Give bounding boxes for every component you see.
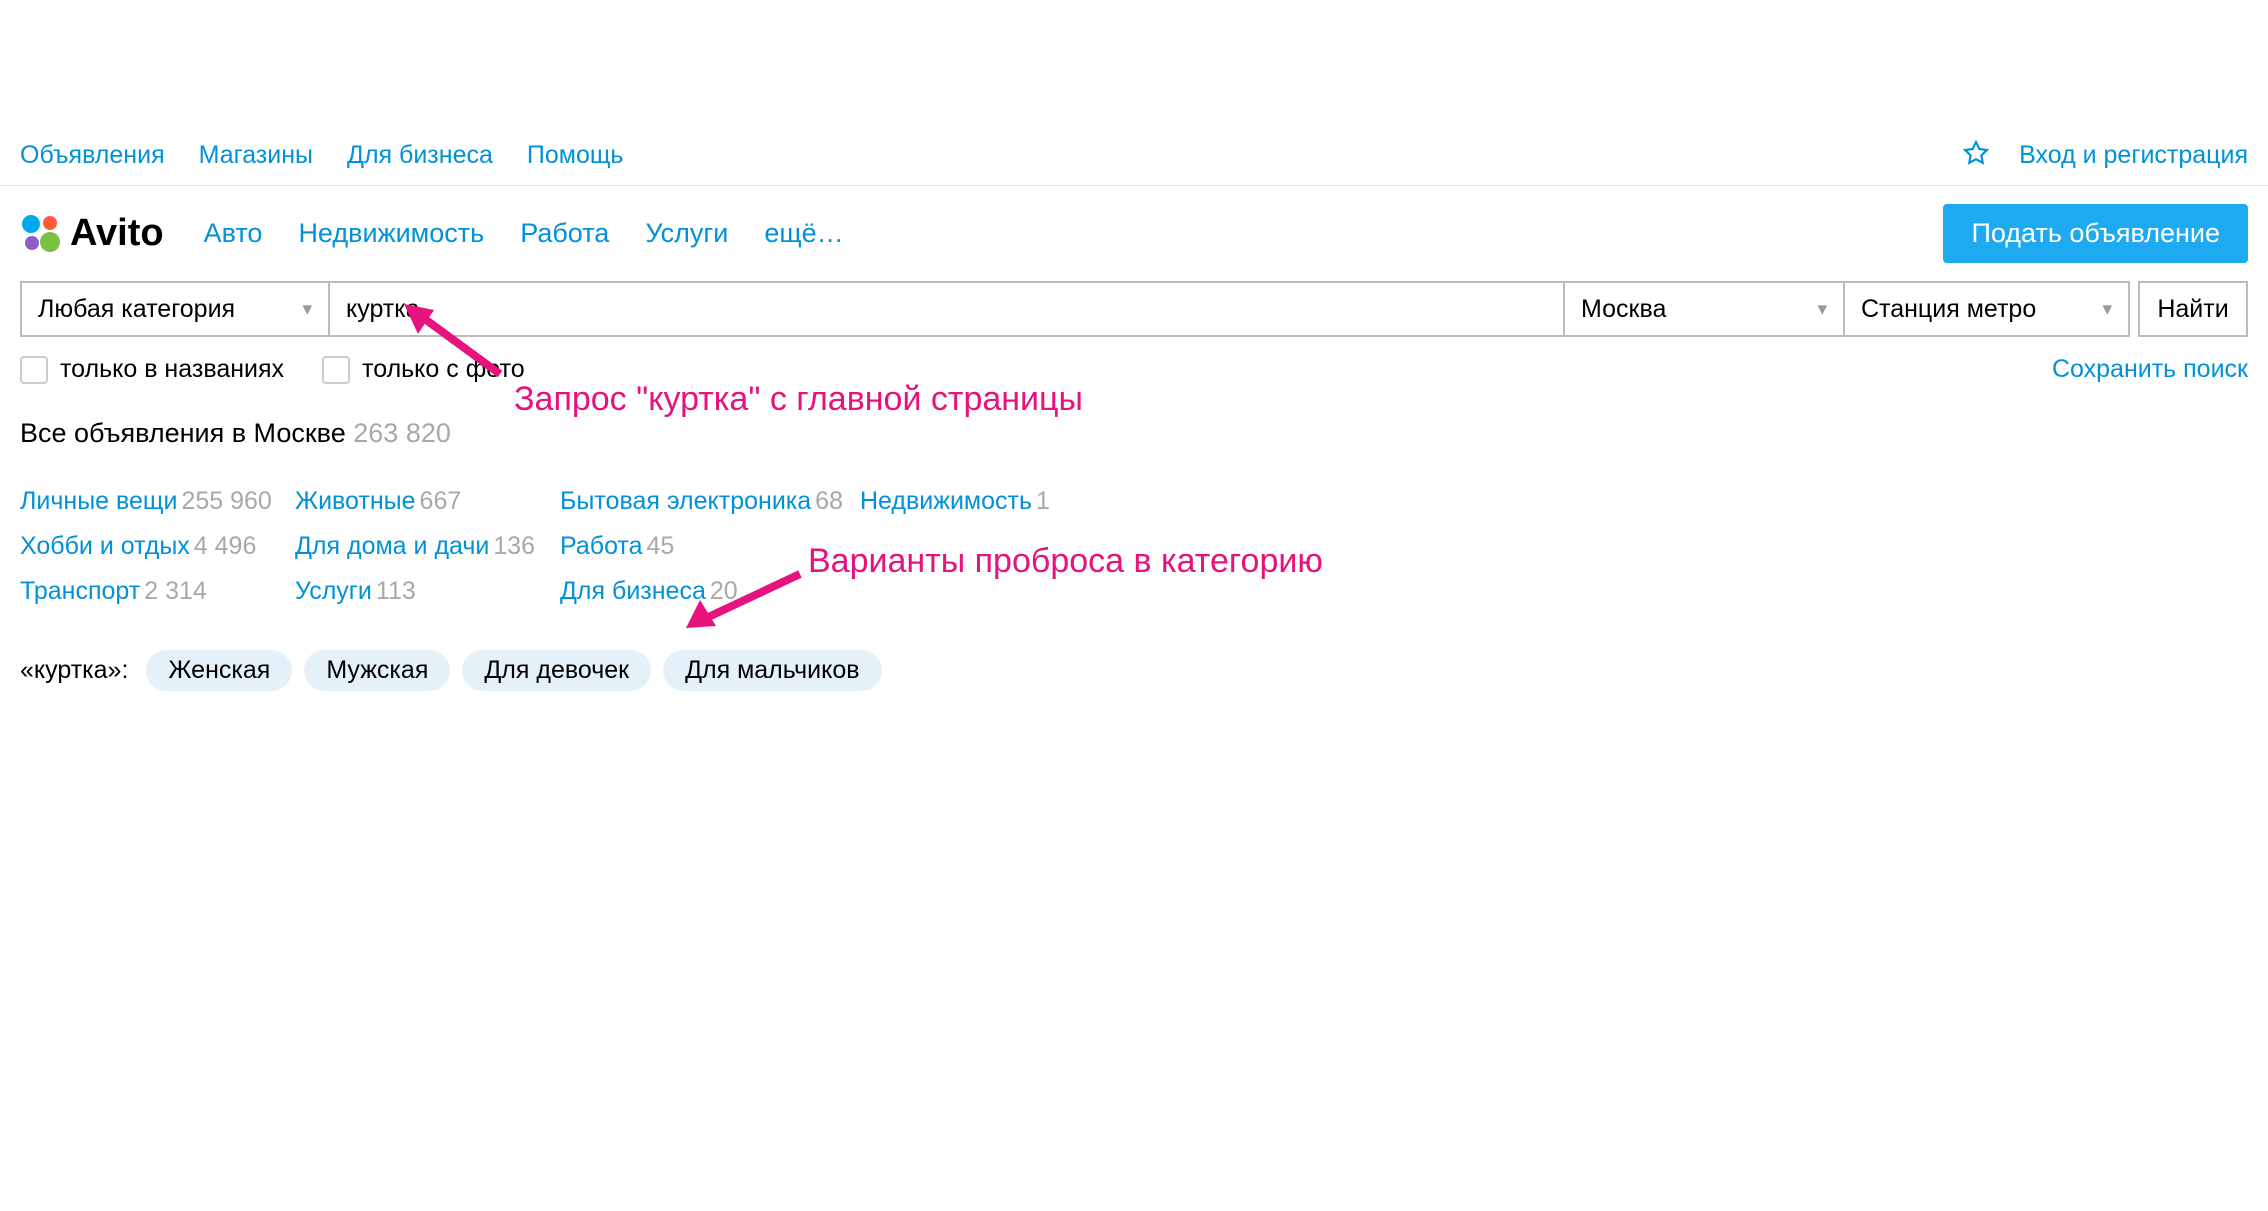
category-link[interactable]: Личные вещи (20, 487, 177, 515)
results-heading: Все объявления в Москве 263 820 (0, 384, 2268, 449)
category-count: 20 (710, 577, 738, 605)
category-select-value: Любая категория (38, 295, 235, 324)
chip-women[interactable]: Женская (146, 650, 292, 691)
category-item: Для дома и дачи136 (295, 532, 560, 561)
category-link[interactable]: Бытовая электроника (560, 487, 811, 515)
results-heading-text: Все объявления в Москве (20, 418, 346, 448)
chevron-down-icon: ▾ (302, 298, 312, 321)
category-link[interactable]: Недвижимость (860, 487, 1032, 515)
category-item: Животные667 (295, 487, 560, 516)
checkbox-box-icon (20, 356, 48, 384)
save-search-link[interactable]: Сохранить поиск (2052, 355, 2248, 384)
nav-realty[interactable]: Недвижимость (298, 218, 484, 249)
nav-jobs[interactable]: Работа (520, 218, 609, 249)
toplink-shops[interactable]: Магазины (199, 141, 313, 170)
metro-select[interactable]: Станция метро ▾ (1845, 281, 2130, 337)
category-link[interactable]: Животные (295, 487, 416, 515)
chevron-down-icon: ▾ (1817, 298, 1827, 321)
category-item: Недвижимость1 (860, 487, 1160, 516)
toplink-help[interactable]: Помощь (527, 141, 624, 170)
category-count: 68 (815, 487, 843, 515)
category-select[interactable]: Любая категория ▾ (20, 281, 330, 337)
search-row: Любая категория ▾ Москва ▾ Станция метро… (0, 281, 2268, 337)
category-item (860, 532, 1160, 561)
logo[interactable]: Avito (20, 212, 164, 255)
metro-select-value: Станция метро (1861, 295, 2036, 324)
checkbox-label: только в названиях (60, 355, 284, 384)
login-link[interactable]: Вход и регистрация (2019, 141, 2248, 170)
category-count: 1 (1036, 487, 1050, 515)
topbar: Объявления Магазины Для бизнеса Помощь В… (0, 140, 2268, 186)
search-input-wrap (330, 281, 1565, 337)
checkbox-label: только с фото (362, 355, 525, 384)
category-item: Бытовая электроника68 (560, 487, 860, 516)
category-item (860, 577, 1160, 606)
nav-links: Авто Недвижимость Работа Услуги ещё… (204, 218, 1944, 249)
chips-row: «куртка»: Женская Мужская Для девочек Дл… (0, 606, 2268, 691)
category-count: 667 (420, 487, 462, 515)
logo-mark-icon (20, 213, 62, 255)
category-count: 136 (493, 532, 535, 560)
chip-boys[interactable]: Для мальчиков (663, 650, 881, 691)
category-item: Личные вещи255 960 (20, 487, 295, 516)
logo-text: Avito (70, 212, 164, 255)
category-link[interactable]: Работа (560, 532, 643, 560)
topbar-left: Объявления Магазины Для бизнеса Помощь (20, 141, 623, 170)
checkbox-titles-only[interactable]: только в названиях (20, 355, 284, 384)
category-count: 4 496 (194, 532, 257, 560)
favorites-star-icon[interactable] (1963, 140, 1989, 171)
chips-label: «куртка»: (20, 656, 128, 685)
city-select[interactable]: Москва ▾ (1565, 281, 1845, 337)
post-ad-button[interactable]: Подать объявление (1943, 204, 2248, 263)
category-count: 2 314 (144, 577, 207, 605)
nav-row: Avito Авто Недвижимость Работа Услуги ещ… (0, 186, 2268, 281)
nav-services[interactable]: Услуги (645, 218, 728, 249)
category-grid: Личные вещи255 960 Животные667 Бытовая э… (0, 449, 2268, 606)
category-item: Услуги113 (295, 577, 560, 606)
city-select-value: Москва (1581, 295, 1666, 324)
category-item: Для бизнеса20 (560, 577, 860, 606)
category-count: 45 (647, 532, 675, 560)
category-item: Транспорт2 314 (20, 577, 295, 606)
topbar-right: Вход и регистрация (1963, 140, 2248, 171)
category-link[interactable]: Услуги (295, 577, 372, 605)
category-item: Хобби и отдых4 496 (20, 532, 295, 561)
chip-men[interactable]: Мужская (304, 650, 450, 691)
category-count: 113 (376, 577, 416, 605)
search-input[interactable] (346, 295, 1547, 324)
chip-girls[interactable]: Для девочек (462, 650, 651, 691)
category-link[interactable]: Для дома и дачи (295, 532, 489, 560)
chevron-down-icon: ▾ (2102, 298, 2112, 321)
filter-row: только в названиях только с фото Сохрани… (0, 337, 2268, 384)
results-heading-count: 263 820 (353, 418, 451, 448)
search-button[interactable]: Найти (2138, 281, 2248, 337)
nav-auto[interactable]: Авто (204, 218, 263, 249)
checkbox-with-photo[interactable]: только с фото (322, 355, 525, 384)
category-link[interactable]: Транспорт (20, 577, 140, 605)
checkbox-box-icon (322, 356, 350, 384)
category-link[interactable]: Для бизнеса (560, 577, 706, 605)
category-link[interactable]: Хобби и отдых (20, 532, 190, 560)
toplink-ads[interactable]: Объявления (20, 141, 165, 170)
toplink-business[interactable]: Для бизнеса (347, 141, 493, 170)
category-count: 255 960 (181, 487, 271, 515)
category-item: Работа45 (560, 532, 860, 561)
nav-more[interactable]: ещё… (764, 218, 843, 249)
